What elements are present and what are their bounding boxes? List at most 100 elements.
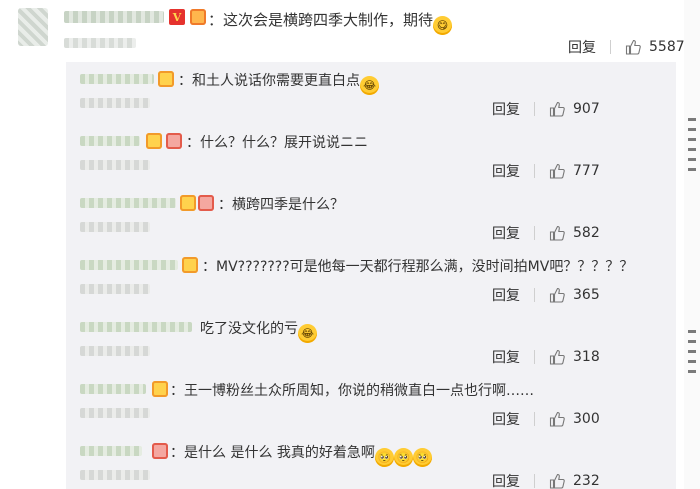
reply-button[interactable]: 回复	[492, 285, 520, 305]
like-button[interactable]: 777	[549, 163, 600, 179]
like-count: 318	[573, 349, 600, 365]
reply-text: ：是什么 是什么 我真的好着急啊 🥺 🥺 🥺	[170, 442, 432, 467]
pleading-emoji-icon: 🥺	[412, 448, 432, 467]
scrollbar-tick	[688, 340, 696, 343]
divider	[534, 474, 535, 488]
fan-badge-icon	[152, 443, 168, 459]
timestamp-blurred	[80, 222, 150, 232]
fan-badge-icon	[180, 195, 196, 211]
fan-badge-icon	[146, 133, 162, 149]
timestamp-blurred	[80, 470, 150, 480]
fan-badge-icon	[158, 71, 174, 87]
timestamp-blurred	[64, 38, 136, 48]
like-button[interactable]: 5587	[625, 39, 685, 55]
fan-badge-icon	[166, 133, 182, 149]
reply-actions: 回复 777	[492, 161, 600, 181]
username-blurred[interactable]	[80, 136, 140, 146]
reply-button[interactable]: 回复	[568, 37, 596, 57]
timestamp-blurred	[80, 160, 150, 170]
fan-badge-icon	[182, 257, 198, 273]
reply-text-content: ：是什么 是什么 我真的好着急啊	[170, 445, 375, 461]
thumbs-up-icon	[549, 101, 565, 117]
scrollbar-tick	[688, 370, 696, 373]
list-item: ：横跨四季是什么？ 回复 582	[66, 186, 676, 248]
like-button[interactable]: 300	[549, 411, 600, 427]
main-comment: V ：这次会是横跨四季大制作，期待 😋 回复 5587	[0, 0, 700, 62]
reply-text-content: ：MV???????可是他每一天都行程那么满，没时间拍MV吧？？？？？	[202, 259, 634, 275]
reply-text: ：什么？什么？展开说说ニニ	[186, 132, 368, 152]
comment-actions: 回复 5587	[568, 37, 685, 57]
scrollbar-tick	[688, 168, 696, 171]
timestamp-blurred	[80, 346, 150, 356]
scrollbar-tick	[688, 330, 696, 333]
reply-actions: 回复 365	[492, 285, 600, 305]
username-blurred[interactable]	[80, 446, 142, 456]
reply-text: ：横跨四季是什么？	[218, 194, 344, 214]
username-blurred[interactable]	[80, 260, 178, 270]
reply-text: ：和土人说话你需要更直白点 😂	[178, 70, 379, 95]
scrollbar-tick	[688, 350, 696, 353]
timestamp-blurred	[80, 408, 150, 418]
like-button[interactable]: 365	[549, 287, 600, 303]
thumbs-up-icon	[549, 163, 565, 179]
laugh-emoji-icon: 😂	[298, 324, 317, 343]
reply-button[interactable]: 回复	[492, 409, 520, 429]
thumbs-up-icon	[549, 473, 565, 489]
scrollbar[interactable]	[684, 0, 700, 489]
thumbs-up-icon	[549, 287, 565, 303]
like-button[interactable]: 907	[549, 101, 600, 117]
scrollbar-tick	[688, 360, 696, 363]
like-button[interactable]: 232	[549, 473, 600, 489]
comment-text: ：这次会是横跨四季大制作，期待 😋	[208, 9, 453, 35]
divider	[610, 40, 611, 54]
reply-text-content: ：王一博粉丝土众所周知，你说的稍微直白一点也行啊……	[170, 383, 534, 399]
thumbs-up-icon	[625, 39, 641, 55]
reply-button[interactable]: 回复	[492, 223, 520, 243]
like-count: 907	[573, 101, 600, 117]
username-blurred[interactable]	[80, 322, 192, 332]
reply-button[interactable]: 回复	[492, 99, 520, 119]
scrollbar-tick	[688, 138, 696, 141]
timestamp-blurred	[80, 284, 150, 294]
username-blurred[interactable]	[80, 384, 146, 394]
comment-text-content: ：这次会是横跨四季大制作，期待	[208, 11, 434, 29]
divider	[534, 226, 535, 240]
pleading-emoji-icon: 🥺	[374, 448, 394, 467]
reply-actions: 回复 582	[492, 223, 600, 243]
reply-text: 吃了没文化的亏 😂	[200, 318, 317, 343]
like-button[interactable]: 318	[549, 349, 600, 365]
fan-badge-icon	[152, 381, 168, 397]
like-count: 300	[573, 411, 600, 427]
username-blurred[interactable]	[80, 74, 154, 84]
list-item: ：王一博粉丝土众所周知，你说的稍微直白一点也行啊…… 回复 300	[66, 372, 676, 434]
pleading-emoji-icon: 🥺	[393, 448, 413, 467]
avatar[interactable]	[18, 8, 48, 46]
divider	[534, 412, 535, 426]
like-count: 232	[573, 473, 600, 489]
username-blurred[interactable]	[80, 198, 176, 208]
reply-text: ：王一博粉丝土众所周知，你说的稍微直白一点也行啊……	[170, 380, 534, 400]
like-count: 777	[573, 163, 600, 179]
like-button[interactable]: 582	[549, 225, 600, 241]
like-count: 365	[573, 287, 600, 303]
scrollbar-tick	[688, 148, 696, 151]
thumbs-up-icon	[549, 349, 565, 365]
reply-actions: 回复 318	[492, 347, 600, 367]
reply-button[interactable]: 回复	[492, 161, 520, 181]
reply-list: ：和土人说话你需要更直白点 😂 回复 907 ：什么？什么？展开说说ニニ 回复 7…	[66, 62, 676, 489]
reply-button[interactable]: 回复	[492, 347, 520, 367]
reply-text-content: ：和土人说话你需要更直白点	[178, 73, 360, 89]
reply-button[interactable]: 回复	[492, 471, 520, 489]
list-item: ：MV???????可是他每一天都行程那么满，没时间拍MV吧？？？？？ 回复 3…	[66, 248, 676, 310]
divider	[534, 164, 535, 178]
fan-badge-icon	[198, 195, 214, 211]
like-count: 5587	[649, 39, 685, 55]
username-blurred[interactable]	[64, 11, 164, 23]
like-count: 582	[573, 225, 600, 241]
laugh-cry-emoji-icon: 😂	[360, 76, 379, 95]
fan-badge-icon	[190, 9, 206, 25]
list-item: 吃了没文化的亏 😂 回复 318	[66, 310, 676, 372]
scrollbar-tick	[688, 118, 696, 121]
yum-emoji-icon: 😋	[433, 16, 453, 35]
reply-text: ：MV???????可是他每一天都行程那么满，没时间拍MV吧？？？？？	[202, 256, 633, 276]
